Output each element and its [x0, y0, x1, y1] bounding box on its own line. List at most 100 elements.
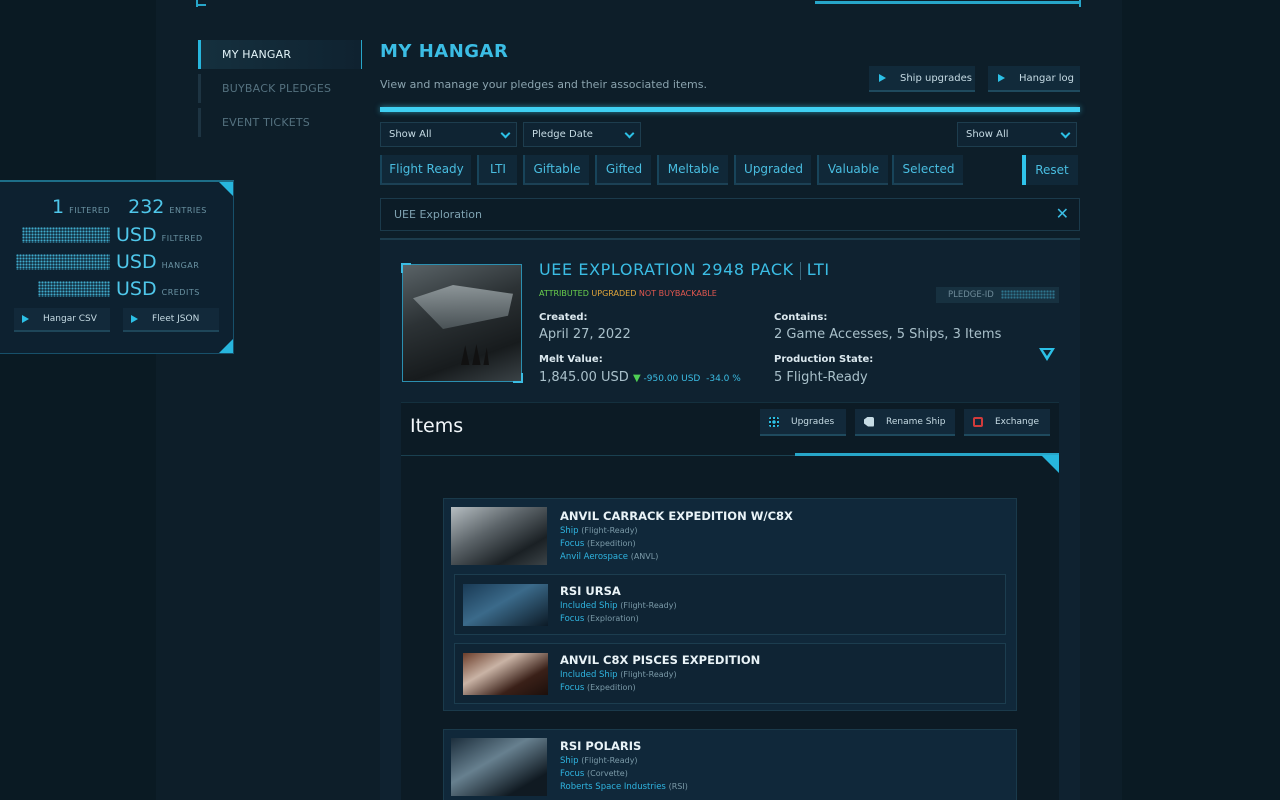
upgrades-button[interactable]: Upgrades [760, 409, 846, 436]
ship-focus-label: Focus [560, 769, 585, 779]
right-background [1122, 0, 1280, 800]
reset-filters-button[interactable]: Reset [1022, 155, 1078, 185]
summary-counts-row: 1 FILTERED 232 ENTRIES [52, 196, 207, 218]
page-title: MY HANGAR [380, 41, 509, 62]
production-state-value: 5 Flight-Ready [774, 370, 868, 385]
chevron-down-icon [500, 128, 511, 139]
tag-giftable[interactable]: Giftable [523, 155, 589, 185]
obscured-pledge-id [1000, 290, 1055, 299]
manufacturer-label: Roberts Space Industries [560, 782, 666, 792]
sidebar-item-my-hangar[interactable]: MY HANGAR [198, 40, 362, 69]
ship-type-label: Ship [560, 756, 579, 766]
ship-focus-detail: (Corvette) [586, 769, 628, 778]
ship-type: Included Ship (Flight-Ready) [560, 601, 677, 611]
play-icon [22, 315, 29, 323]
ship-type-label: Included Ship [560, 601, 618, 611]
ship-type-detail: (Flight-Ready) [581, 526, 638, 535]
ship-focus: Focus (Expedition) [560, 683, 636, 693]
status-select[interactable]: Show All [957, 122, 1077, 147]
upgrades-label: Upgrades [791, 416, 835, 427]
ship-card: RSI POLARIS Ship (Flight-Ready) Focus (C… [443, 729, 1017, 800]
ship-type: Included Ship (Flight-Ready) [560, 670, 677, 680]
upgrade-chip-icon [769, 416, 779, 427]
left-background [0, 0, 156, 800]
ship-manufacturer: Roberts Space Industries (RSI) [560, 782, 688, 792]
tag-meltable[interactable]: Meltable [657, 155, 728, 185]
hangar-log-button[interactable]: Hangar log [988, 66, 1080, 92]
select-value: Show All [966, 129, 1009, 140]
contains-label: Contains: [774, 312, 828, 323]
crew-silhouette [461, 344, 489, 365]
tag-lti[interactable]: LTI [477, 155, 517, 185]
play-icon [131, 315, 138, 323]
ship-focus: Focus (Corvette) [560, 769, 628, 779]
included-ship-card: ANVIL C8X PISCES EXPEDITION Included Shi… [454, 643, 1006, 704]
flag-attributed: ATTRIBUTED [539, 289, 589, 298]
filtered-count: 1 [52, 196, 65, 218]
header-accent-bar [380, 107, 1080, 112]
tag-valuable[interactable]: Valuable [817, 155, 888, 185]
ship-name: ANVIL CARRACK EXPEDITION W/C8X [560, 509, 793, 523]
ship-focus-detail: (Exploration) [586, 614, 639, 623]
ship-focus: Focus (Exploration) [560, 614, 639, 624]
pledge-id-badge: PLEDGE-ID [936, 287, 1059, 303]
hangar-csv-button[interactable]: Hangar CSV [14, 308, 110, 332]
ship-thumbnail [463, 653, 548, 695]
ship-focus-label: Focus [560, 683, 585, 693]
corner-decoration [1041, 455, 1059, 473]
ship-type-detail: (Flight-Ready) [620, 670, 677, 679]
chevron-down-icon [624, 128, 635, 139]
corner-decoration [219, 182, 233, 196]
tag-selected[interactable]: Selected [892, 155, 963, 185]
tag-gifted[interactable]: Gifted [595, 155, 651, 185]
ship-name: ANVIL C8X PISCES EXPEDITION [560, 653, 761, 667]
sidebar-item-event-tickets[interactable]: EVENT TICKETS [198, 108, 362, 137]
summary-row-label: CREDITS [161, 288, 200, 297]
ship-focus-detail: (Expedition) [586, 683, 636, 692]
fleet-json-button[interactable]: Fleet JSON [123, 308, 219, 332]
exchange-icon [973, 416, 983, 427]
pledge-image [401, 263, 523, 383]
play-icon [879, 74, 886, 82]
entries-count-label: ENTRIES [169, 206, 207, 215]
pledge-title-row: UEE EXPLORATION 2948 PACK LTI [539, 260, 830, 280]
ship-type-label: Ship [560, 526, 579, 536]
hangar-sidebar: MY HANGAR BUYBACK PLEDGES EVENT TICKETS [198, 40, 362, 142]
ship-upgrades-button[interactable]: Ship upgrades [869, 66, 975, 92]
chevron-down-icon [1060, 128, 1071, 139]
play-icon [998, 74, 1005, 82]
pledge-type-select[interactable]: Show All [380, 122, 517, 147]
melt-value-row: 1,845.00 USD ▼ -950.00 USD -34.0 % [539, 370, 741, 385]
melt-value-label: Melt Value: [539, 354, 603, 365]
ship-silhouette [413, 285, 513, 329]
obscured-value [16, 254, 110, 270]
search-input[interactable]: UEE Exploration ✕ [380, 198, 1080, 231]
included-ship-card: RSI URSA Included Ship (Flight-Ready) Fo… [454, 574, 1006, 635]
sidebar-item-buyback-pledges[interactable]: BUYBACK PLEDGES [198, 74, 362, 103]
expand-pledge-icon[interactable] [1039, 348, 1055, 361]
clear-search-icon[interactable]: ✕ [1056, 206, 1069, 222]
exchange-button[interactable]: Exchange [964, 409, 1050, 436]
ship-type: Ship (Flight-Ready) [560, 526, 638, 536]
summary-row-label: FILTERED [161, 234, 203, 243]
tag-icon [864, 416, 874, 427]
tag-upgraded[interactable]: Upgraded [734, 155, 811, 185]
tag-flight-ready[interactable]: Flight Ready [380, 155, 471, 185]
contains-value: 2 Game Accesses, 5 Ships, 3 Items [774, 327, 1002, 342]
ship-type-detail: (Flight-Ready) [620, 601, 677, 610]
sort-select[interactable]: Pledge Date [523, 122, 641, 147]
corner-decoration [219, 339, 233, 353]
rename-ship-label: Rename Ship [886, 416, 946, 427]
manufacturer-code: (RSI) [668, 782, 688, 791]
items-panel: Items Upgrades Rename Ship Exchange ANVI… [401, 402, 1059, 800]
ship-focus-detail: (Expedition) [586, 539, 636, 548]
ship-focus-label: Focus [560, 539, 585, 549]
select-value: Show All [389, 129, 432, 140]
rename-ship-button[interactable]: Rename Ship [855, 409, 955, 436]
summary-credits-value-row: USD CREDITS [38, 278, 200, 300]
fleet-json-label: Fleet JSON [152, 314, 200, 324]
obscured-value [38, 281, 110, 297]
ship-type-detail: (Flight-Ready) [581, 756, 638, 765]
select-value: Pledge Date [532, 129, 593, 140]
exchange-label: Exchange [995, 416, 1039, 427]
